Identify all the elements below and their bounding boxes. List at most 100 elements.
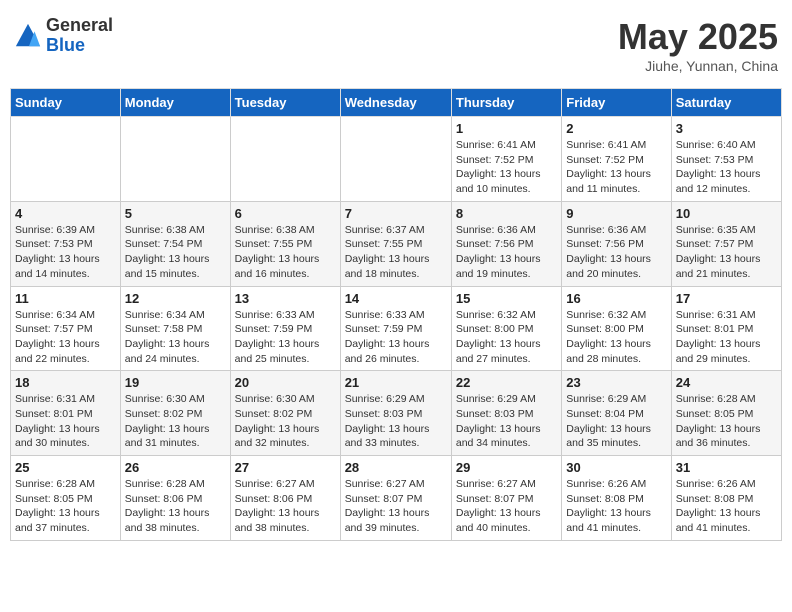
day-number: 27 (235, 460, 336, 475)
calendar-cell: 20 Sunrise: 6:30 AM Sunset: 8:02 PM Dayli… (230, 371, 340, 456)
day-number: 19 (125, 375, 226, 390)
day-number: 22 (456, 375, 557, 390)
day-info: Sunrise: 6:36 AM Sunset: 7:56 PM Dayligh… (456, 223, 557, 282)
title-section: May 2025 Jiuhe, Yunnan, China (618, 16, 778, 74)
day-info: Sunrise: 6:41 AM Sunset: 7:52 PM Dayligh… (456, 138, 557, 197)
calendar-cell: 23 Sunrise: 6:29 AM Sunset: 8:04 PM Dayli… (562, 371, 671, 456)
day-number: 3 (676, 121, 777, 136)
calendar-week-row: 1Sunrise: 6:41 AM Sunset: 7:52 PM Daylig… (11, 117, 782, 202)
day-info: Sunrise: 6:29 AM Sunset: 8:03 PM Dayligh… (456, 392, 557, 451)
weekday-header-friday: Friday (562, 89, 671, 117)
weekday-header-monday: Monday (120, 89, 230, 117)
day-info: Sunrise: 6:34 AM Sunset: 7:57 PM Dayligh… (15, 308, 116, 367)
day-info: Sunrise: 6:27 AM Sunset: 8:07 PM Dayligh… (345, 477, 447, 536)
logo: General Blue (14, 16, 113, 56)
calendar-cell (11, 117, 121, 202)
location: Jiuhe, Yunnan, China (618, 58, 778, 74)
weekday-header-saturday: Saturday (671, 89, 781, 117)
calendar-cell: 2Sunrise: 6:41 AM Sunset: 7:52 PM Daylig… (562, 117, 671, 202)
day-number: 29 (456, 460, 557, 475)
logo-blue-text: Blue (46, 36, 113, 56)
calendar-week-row: 18 Sunrise: 6:31 AM Sunset: 8:01 PM Dayli… (11, 371, 782, 456)
calendar-cell (230, 117, 340, 202)
calendar-cell (340, 117, 451, 202)
day-info: Sunrise: 6:31 AM Sunset: 8:01 PM Dayligh… (15, 392, 116, 451)
weekday-header-sunday: Sunday (11, 89, 121, 117)
day-number: 2 (566, 121, 666, 136)
calendar-cell: 6 Sunrise: 6:38 AM Sunset: 7:55 PM Daylig… (230, 201, 340, 286)
day-number: 12 (125, 291, 226, 306)
month-title: May 2025 (618, 16, 778, 58)
day-number: 25 (15, 460, 116, 475)
day-info: Sunrise: 6:26 AM Sunset: 8:08 PM Dayligh… (566, 477, 666, 536)
day-number: 24 (676, 375, 777, 390)
day-number: 28 (345, 460, 447, 475)
day-info: Sunrise: 6:37 AM Sunset: 7:55 PM Dayligh… (345, 223, 447, 282)
calendar-cell: 8 Sunrise: 6:36 AM Sunset: 7:56 PM Daylig… (451, 201, 561, 286)
calendar-cell: 24 Sunrise: 6:28 AM Sunset: 8:05 PM Dayli… (671, 371, 781, 456)
calendar-cell: 11Sunrise: 6:34 AM Sunset: 7:57 PM Dayli… (11, 286, 121, 371)
calendar-cell: 7 Sunrise: 6:37 AM Sunset: 7:55 PM Daylig… (340, 201, 451, 286)
day-number: 17 (676, 291, 777, 306)
day-info: Sunrise: 6:28 AM Sunset: 8:06 PM Dayligh… (125, 477, 226, 536)
calendar-cell: 26Sunrise: 6:28 AM Sunset: 8:06 PM Dayli… (120, 456, 230, 541)
calendar-week-row: 11Sunrise: 6:34 AM Sunset: 7:57 PM Dayli… (11, 286, 782, 371)
calendar-cell (120, 117, 230, 202)
calendar-cell: 12Sunrise: 6:34 AM Sunset: 7:58 PM Dayli… (120, 286, 230, 371)
calendar-cell: 30Sunrise: 6:26 AM Sunset: 8:08 PM Dayli… (562, 456, 671, 541)
day-info: Sunrise: 6:28 AM Sunset: 8:05 PM Dayligh… (15, 477, 116, 536)
calendar-cell: 19 Sunrise: 6:30 AM Sunset: 8:02 PM Dayli… (120, 371, 230, 456)
day-info: Sunrise: 6:33 AM Sunset: 7:59 PM Dayligh… (235, 308, 336, 367)
calendar-cell: 22 Sunrise: 6:29 AM Sunset: 8:03 PM Dayli… (451, 371, 561, 456)
logo-text: General Blue (46, 16, 113, 56)
day-info: Sunrise: 6:29 AM Sunset: 8:04 PM Dayligh… (566, 392, 666, 451)
calendar-cell: 3Sunrise: 6:40 AM Sunset: 7:53 PM Daylig… (671, 117, 781, 202)
calendar-week-row: 4 Sunrise: 6:39 AM Sunset: 7:53 PM Daylig… (11, 201, 782, 286)
day-number: 14 (345, 291, 447, 306)
day-number: 9 (566, 206, 666, 221)
day-info: Sunrise: 6:35 AM Sunset: 7:57 PM Dayligh… (676, 223, 777, 282)
day-info: Sunrise: 6:36 AM Sunset: 7:56 PM Dayligh… (566, 223, 666, 282)
calendar-table: SundayMondayTuesdayWednesdayThursdayFrid… (10, 88, 782, 541)
day-number: 13 (235, 291, 336, 306)
header: General Blue May 2025 Jiuhe, Yunnan, Chi… (10, 10, 782, 80)
day-number: 20 (235, 375, 336, 390)
day-info: Sunrise: 6:28 AM Sunset: 8:05 PM Dayligh… (676, 392, 777, 451)
day-number: 4 (15, 206, 116, 221)
day-number: 21 (345, 375, 447, 390)
day-info: Sunrise: 6:39 AM Sunset: 7:53 PM Dayligh… (15, 223, 116, 282)
day-info: Sunrise: 6:32 AM Sunset: 8:00 PM Dayligh… (566, 308, 666, 367)
calendar-cell: 27 Sunrise: 6:27 AM Sunset: 8:06 PM Dayli… (230, 456, 340, 541)
day-number: 8 (456, 206, 557, 221)
calendar-cell: 5Sunrise: 6:38 AM Sunset: 7:54 PM Daylig… (120, 201, 230, 286)
day-number: 16 (566, 291, 666, 306)
calendar-week-row: 25 Sunrise: 6:28 AM Sunset: 8:05 PM Dayli… (11, 456, 782, 541)
weekday-header-wednesday: Wednesday (340, 89, 451, 117)
day-number: 23 (566, 375, 666, 390)
day-info: Sunrise: 6:32 AM Sunset: 8:00 PM Dayligh… (456, 308, 557, 367)
day-info: Sunrise: 6:29 AM Sunset: 8:03 PM Dayligh… (345, 392, 447, 451)
day-info: Sunrise: 6:30 AM Sunset: 8:02 PM Dayligh… (125, 392, 226, 451)
calendar-cell: 28 Sunrise: 6:27 AM Sunset: 8:07 PM Dayli… (340, 456, 451, 541)
calendar-cell: 4 Sunrise: 6:39 AM Sunset: 7:53 PM Daylig… (11, 201, 121, 286)
weekday-header-row: SundayMondayTuesdayWednesdayThursdayFrid… (11, 89, 782, 117)
calendar-cell: 31Sunrise: 6:26 AM Sunset: 8:08 PM Dayli… (671, 456, 781, 541)
day-number: 15 (456, 291, 557, 306)
day-number: 10 (676, 206, 777, 221)
calendar-cell: 16 Sunrise: 6:32 AM Sunset: 8:00 PM Dayli… (562, 286, 671, 371)
weekday-header-tuesday: Tuesday (230, 89, 340, 117)
day-number: 18 (15, 375, 116, 390)
day-number: 6 (235, 206, 336, 221)
day-number: 31 (676, 460, 777, 475)
calendar-cell: 14Sunrise: 6:33 AM Sunset: 7:59 PM Dayli… (340, 286, 451, 371)
calendar-cell: 10 Sunrise: 6:35 AM Sunset: 7:57 PM Dayli… (671, 201, 781, 286)
day-info: Sunrise: 6:27 AM Sunset: 8:06 PM Dayligh… (235, 477, 336, 536)
calendar-cell: 1Sunrise: 6:41 AM Sunset: 7:52 PM Daylig… (451, 117, 561, 202)
day-info: Sunrise: 6:38 AM Sunset: 7:55 PM Dayligh… (235, 223, 336, 282)
calendar-cell: 9 Sunrise: 6:36 AM Sunset: 7:56 PM Daylig… (562, 201, 671, 286)
day-info: Sunrise: 6:30 AM Sunset: 8:02 PM Dayligh… (235, 392, 336, 451)
logo-general-text: General (46, 16, 113, 36)
calendar-cell: 29Sunrise: 6:27 AM Sunset: 8:07 PM Dayli… (451, 456, 561, 541)
day-number: 7 (345, 206, 447, 221)
day-info: Sunrise: 6:31 AM Sunset: 8:01 PM Dayligh… (676, 308, 777, 367)
